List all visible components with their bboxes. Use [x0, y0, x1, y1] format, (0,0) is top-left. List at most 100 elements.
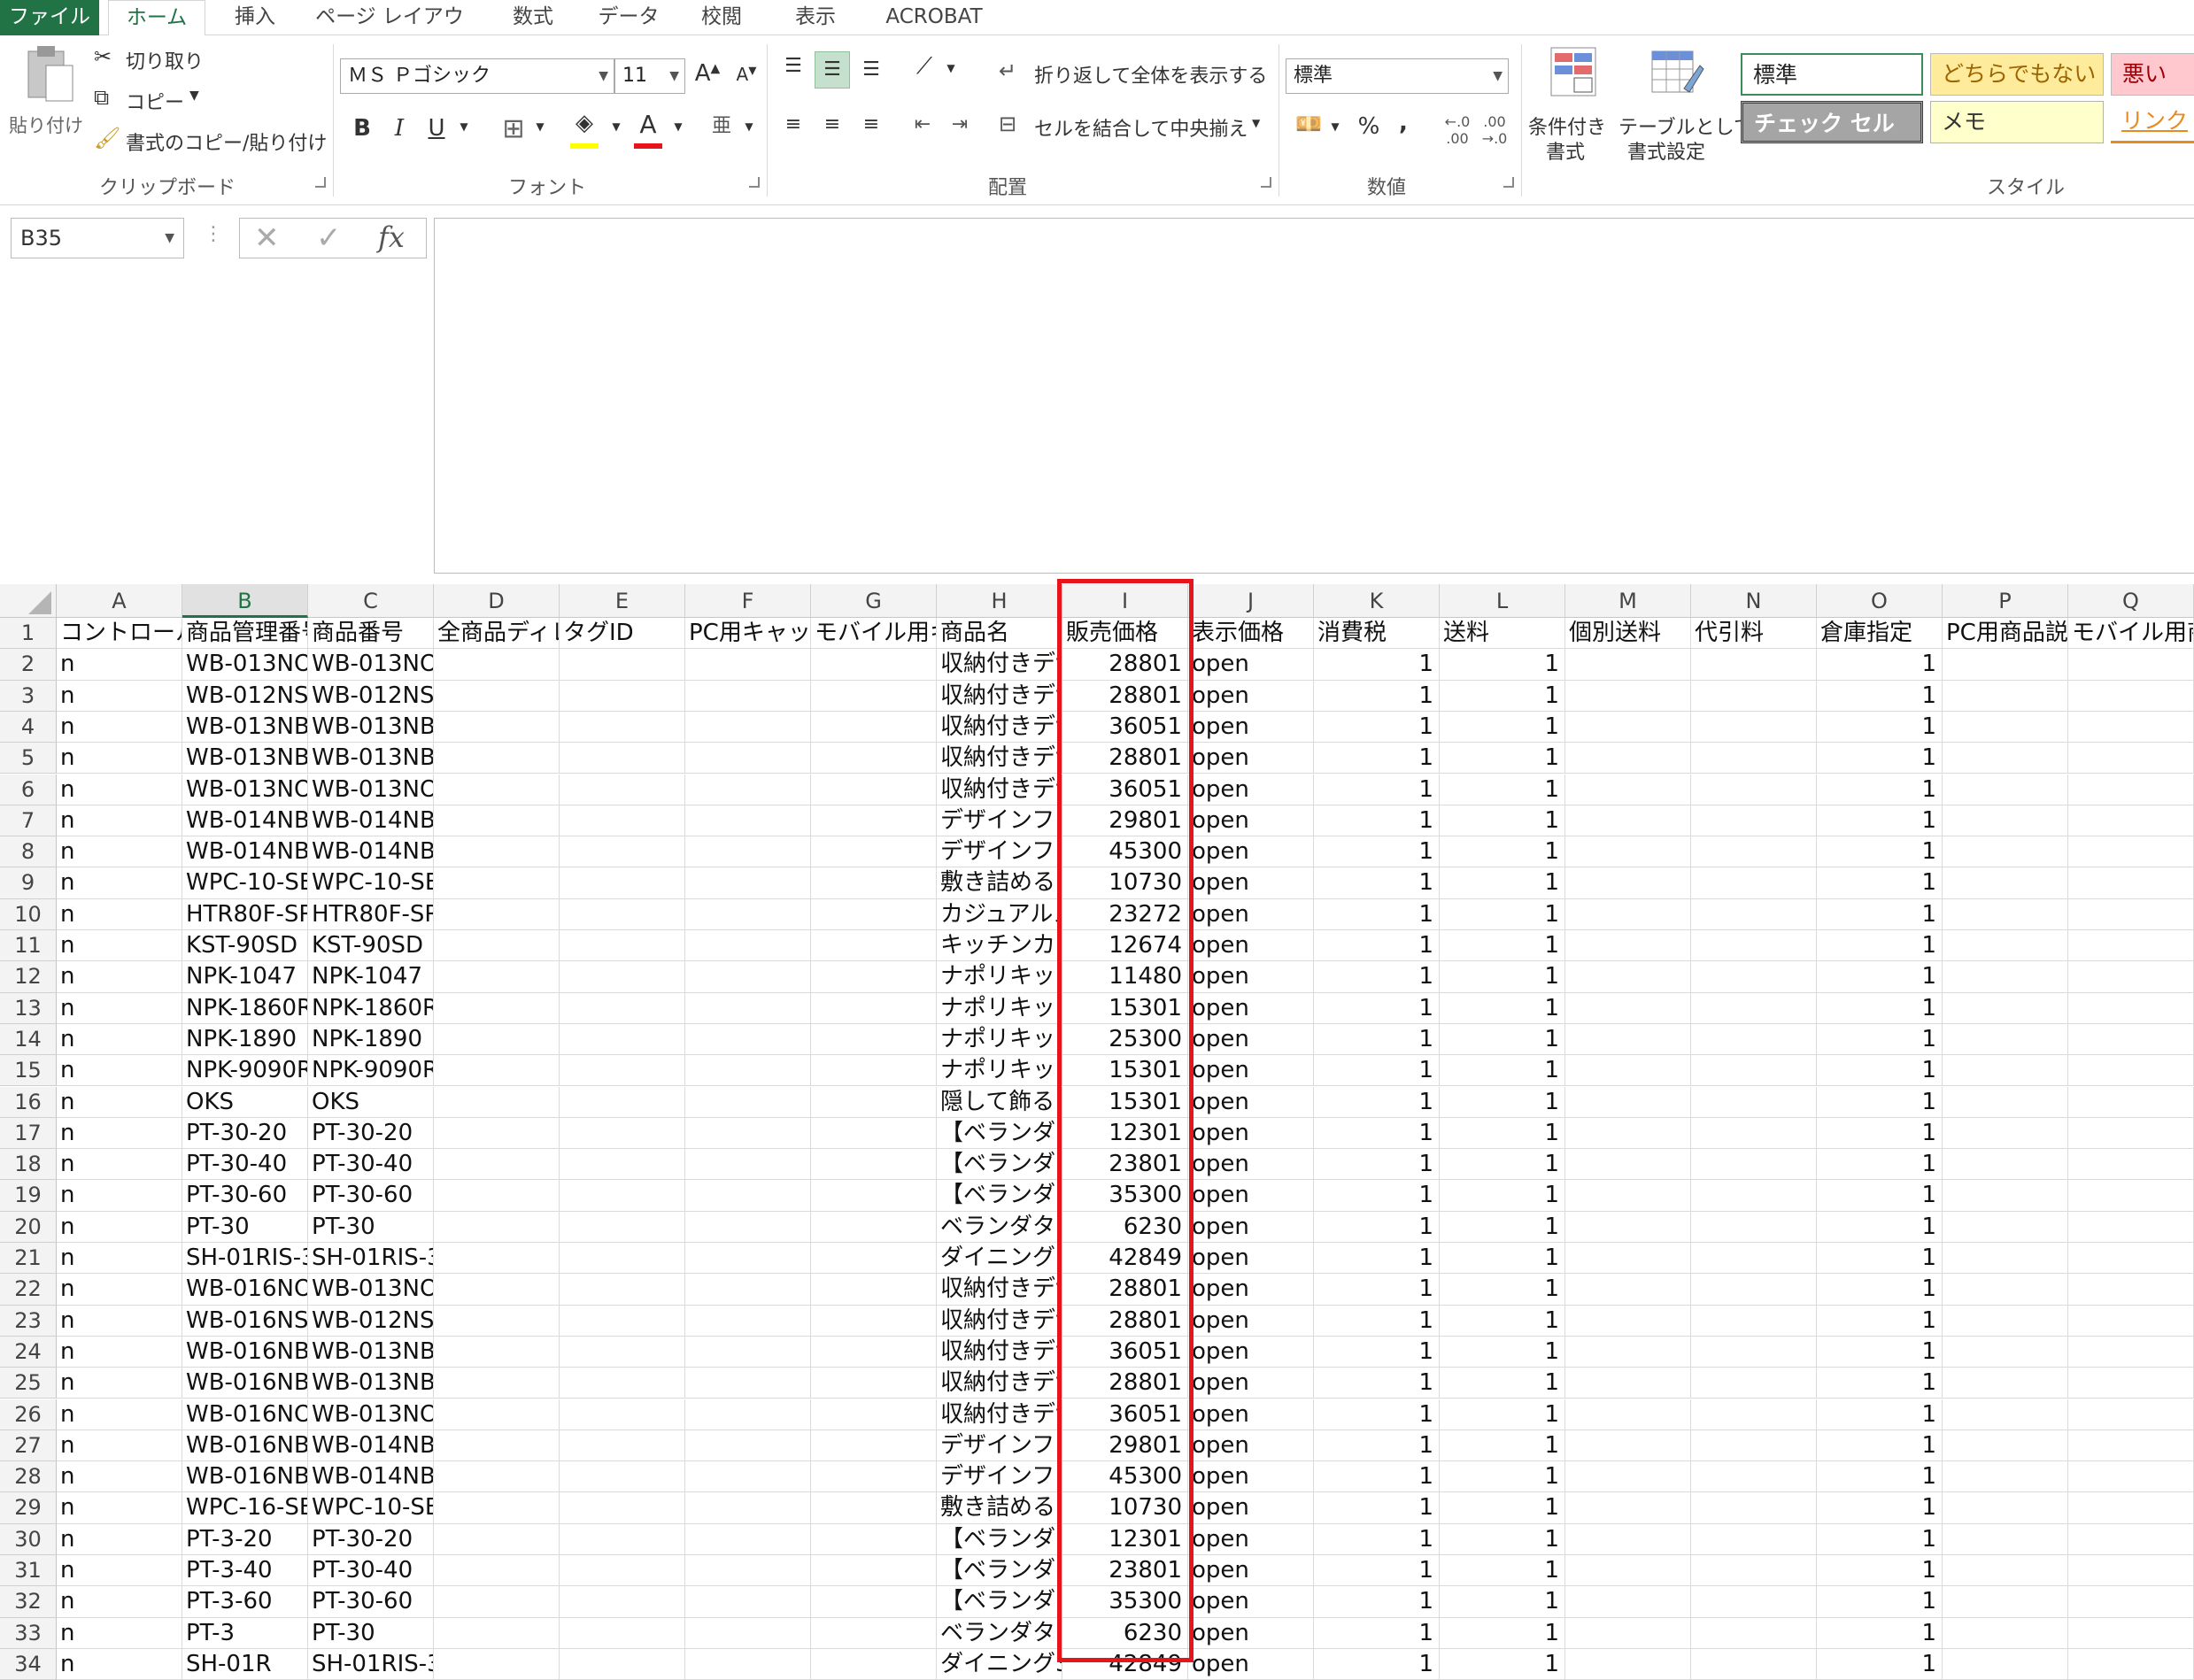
header-cell[interactable]: 代引料: [1691, 618, 1817, 650]
table-cell[interactable]: [1943, 1368, 2068, 1399]
table-cell[interactable]: open: [1188, 1399, 1314, 1430]
table-cell[interactable]: ナポリキッチン: [937, 961, 1062, 993]
row-header[interactable]: 27: [0, 1430, 57, 1462]
table-cell[interactable]: [434, 1055, 560, 1087]
table-cell[interactable]: [1943, 1023, 2068, 1056]
table-cell[interactable]: n: [57, 1461, 182, 1493]
table-cell[interactable]: WPC-10-SET: [182, 867, 308, 899]
table-cell[interactable]: [434, 1180, 560, 1212]
table-cell[interactable]: [434, 1086, 560, 1118]
table-cell[interactable]: [2068, 680, 2194, 712]
table-cell[interactable]: [2068, 1305, 2194, 1337]
merge-center-button[interactable]: ⊟ セルを結合して中央揃え ▼: [999, 112, 1273, 143]
table-cell[interactable]: [1565, 992, 1691, 1024]
table-cell[interactable]: SH-01RIS-3CN: [182, 1243, 308, 1275]
table-cell[interactable]: [1691, 992, 1817, 1024]
table-cell[interactable]: [1565, 898, 1691, 930]
row-header[interactable]: 23: [0, 1305, 57, 1337]
table-cell[interactable]: 収納付きデザイン: [937, 743, 1062, 774]
table-cell[interactable]: WB-014NB-FM-06-D: [308, 1461, 434, 1493]
table-cell[interactable]: 28801: [1062, 743, 1188, 774]
table-cell[interactable]: [434, 1586, 560, 1618]
table-cell[interactable]: [1565, 1368, 1691, 1399]
table-cell[interactable]: [1691, 1243, 1817, 1275]
table-cell[interactable]: [1565, 1430, 1691, 1462]
table-cell[interactable]: WB-014NB-FM-06-D: [308, 836, 434, 868]
table-cell[interactable]: WB-013NBD: [308, 711, 434, 744]
table-cell[interactable]: n: [57, 743, 182, 774]
table-cell[interactable]: [1691, 680, 1817, 712]
table-cell[interactable]: 12301: [1062, 1523, 1188, 1555]
cancel-icon[interactable]: ✕: [254, 220, 280, 256]
table-cell[interactable]: [811, 1368, 937, 1399]
table-cell[interactable]: open: [1188, 1149, 1314, 1181]
table-cell[interactable]: 1: [1314, 774, 1440, 805]
row-header[interactable]: 20: [0, 1211, 57, 1243]
table-cell[interactable]: n: [57, 1180, 182, 1212]
table-cell[interactable]: [1943, 805, 2068, 837]
table-cell[interactable]: 1: [1314, 1648, 1440, 1680]
table-cell[interactable]: [560, 680, 685, 712]
table-cell[interactable]: 収納付きデザイン: [937, 774, 1062, 805]
row-header[interactable]: 16: [0, 1086, 57, 1118]
table-cell[interactable]: ダイニング3点: [937, 1648, 1062, 1680]
chevron-down-icon[interactable]: ▼: [607, 120, 625, 133]
table-cell[interactable]: [434, 898, 560, 930]
table-cell[interactable]: [2068, 1461, 2194, 1493]
table-cell[interactable]: [434, 1117, 560, 1150]
table-cell[interactable]: [1943, 1149, 2068, 1181]
table-cell[interactable]: open: [1188, 836, 1314, 868]
table-cell[interactable]: [1691, 1211, 1817, 1243]
table-cell[interactable]: [685, 1243, 811, 1275]
fill-color-icon[interactable]: ◈: [567, 110, 602, 149]
table-cell[interactable]: [1943, 836, 2068, 868]
table-cell[interactable]: [434, 1211, 560, 1243]
table-cell[interactable]: WB-013NOSD: [308, 649, 434, 681]
table-cell[interactable]: n: [57, 1336, 182, 1368]
table-cell[interactable]: [811, 1180, 937, 1212]
table-cell[interactable]: [560, 743, 685, 774]
table-cell[interactable]: ベランダタイル: [937, 1211, 1062, 1243]
table-cell[interactable]: 1: [1314, 1430, 1440, 1462]
table-cell[interactable]: [434, 1430, 560, 1462]
table-cell[interactable]: [2068, 1430, 2194, 1462]
table-cell[interactable]: [434, 992, 560, 1024]
table-cell[interactable]: 1: [1817, 1492, 1943, 1524]
chevron-down-icon[interactable]: ▼: [531, 120, 549, 133]
table-cell[interactable]: [685, 867, 811, 899]
table-cell[interactable]: WB-016NOD: [182, 1399, 308, 1430]
table-cell[interactable]: [811, 1492, 937, 1524]
table-cell[interactable]: 1: [1817, 1399, 1943, 1430]
table-cell[interactable]: NPK-9090RW: [182, 1055, 308, 1087]
insert-function-button[interactable]: fx: [378, 220, 405, 254]
row-header[interactable]: 32: [0, 1586, 57, 1618]
table-cell[interactable]: WB-014NB-FM-05-S: [308, 805, 434, 837]
table-cell[interactable]: 1: [1440, 1492, 1565, 1524]
table-cell[interactable]: [1943, 961, 2068, 993]
table-cell[interactable]: WB-013NOSD: [308, 1274, 434, 1306]
table-cell[interactable]: 1: [1314, 1492, 1440, 1524]
column-header-p[interactable]: P: [1943, 584, 2068, 618]
table-cell[interactable]: PT-3-60: [182, 1586, 308, 1618]
header-cell[interactable]: 消費税: [1314, 618, 1440, 650]
phonetic-guide-icon[interactable]: 亜: [708, 110, 735, 138]
table-cell[interactable]: 1: [1440, 1617, 1565, 1649]
table-cell[interactable]: 1: [1817, 1461, 1943, 1493]
table-cell[interactable]: [434, 774, 560, 805]
table-cell[interactable]: 【ベランダタイル: [937, 1523, 1062, 1555]
table-cell[interactable]: [1691, 1648, 1817, 1680]
table-cell[interactable]: [685, 680, 811, 712]
table-cell[interactable]: n: [57, 805, 182, 837]
tab-file[interactable]: ファイル: [0, 0, 99, 35]
table-cell[interactable]: open: [1188, 805, 1314, 837]
table-cell[interactable]: open: [1188, 774, 1314, 805]
align-left-icon[interactable]: ≡: [777, 113, 809, 135]
table-cell[interactable]: [1943, 1617, 2068, 1649]
row-header[interactable]: 12: [0, 961, 57, 993]
table-cell[interactable]: [685, 1399, 811, 1430]
table-cell[interactable]: open: [1188, 1274, 1314, 1306]
table-cell[interactable]: PT-30-60: [308, 1586, 434, 1618]
table-cell[interactable]: 1: [1817, 1180, 1943, 1212]
table-cell[interactable]: 1: [1314, 805, 1440, 837]
table-cell[interactable]: [1565, 961, 1691, 993]
